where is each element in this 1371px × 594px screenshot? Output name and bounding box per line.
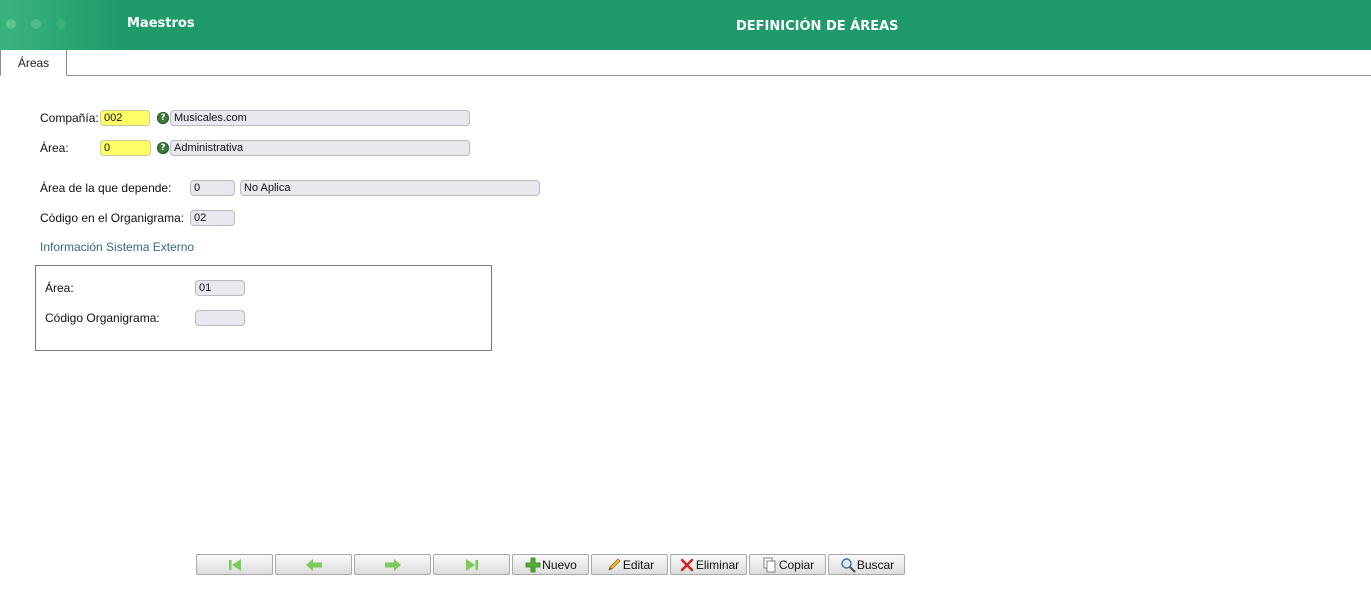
window-dot-icon[interactable] [31,19,41,29]
window-dot-icon[interactable] [56,19,66,29]
codigo-organigrama-label: Código en el Organigrama: [40,211,185,225]
nuevo-button[interactable]: Nuevo [512,554,589,575]
previous-record-button[interactable] [275,554,352,575]
area-depende-name-field: No Aplica [240,180,540,196]
previous-arrow-icon [305,556,323,574]
first-record-button[interactable] [196,554,273,575]
copiar-label: Copiar [778,557,815,572]
x-icon [678,556,696,574]
eliminar-button[interactable]: Eliminar [670,554,747,575]
sistema-externo-panel [35,265,492,351]
buscar-button[interactable]: Buscar [828,554,905,575]
page-title: DEFINICIÓN DE ÁREAS [736,19,899,34]
copiar-button[interactable]: Copiar [749,554,826,575]
editar-label: Editar [622,557,655,572]
last-record-icon [463,556,481,574]
eliminar-label: Eliminar [695,557,740,572]
title-bar: Maestros DEFINICIÓN DE ÁREAS [0,0,1371,50]
area-label: Área: [40,141,69,155]
codigo-organigrama-field[interactable]: 02 [190,210,235,226]
next-arrow-icon [384,556,402,574]
compania-code-input[interactable]: 002 [100,110,150,126]
copy-icon [761,556,779,574]
pencil-icon [605,556,623,574]
ext-area-label: Área: [45,281,74,295]
plus-icon [524,556,542,574]
last-record-button[interactable] [433,554,510,575]
help-icon[interactable]: ? [157,112,169,124]
tab-areas[interactable]: Áreas [0,50,67,76]
tab-bar: Áreas [0,50,1371,76]
help-icon[interactable]: ? [157,142,169,154]
app-title: Maestros [127,16,195,31]
first-record-icon [226,556,244,574]
compania-name-field: Musicales.com [170,110,470,126]
area-code-input[interactable]: 0 [100,140,151,156]
buscar-label: Buscar [856,557,895,572]
magnifier-icon [839,556,857,574]
area-name-field: Administrativa [170,140,470,156]
ext-area-field[interactable]: 01 [195,280,245,296]
nuevo-label: Nuevo [542,557,577,572]
ext-codigo-organigrama-label: Código Organigrama: [45,311,160,325]
sistema-externo-title: Información Sistema Externo [40,240,195,254]
window-dot-icon[interactable] [6,19,16,29]
editar-button[interactable]: Editar [591,554,668,575]
area-depende-label: Área de la que depende: [40,181,172,195]
compania-label: Compañía: [40,111,99,125]
ext-codigo-organigrama-field[interactable] [195,310,245,326]
next-record-button[interactable] [354,554,431,575]
area-depende-code-field[interactable]: 0 [190,180,235,196]
